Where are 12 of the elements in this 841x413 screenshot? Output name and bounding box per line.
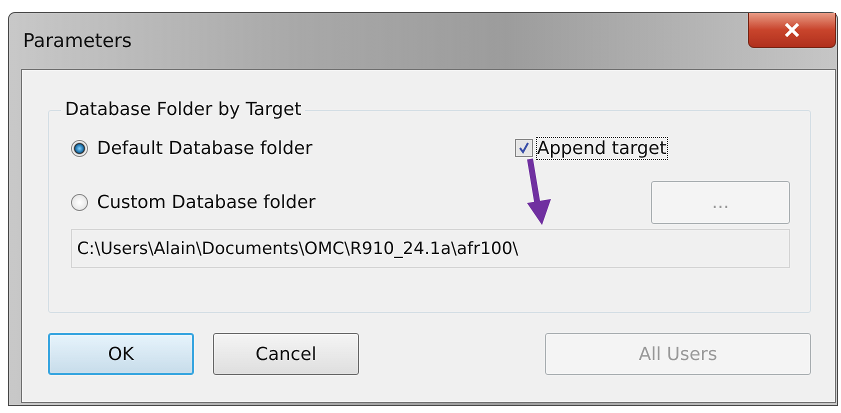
dialog-button[interactable]: Cancel bbox=[213, 333, 359, 375]
radio-label: Default Database folder bbox=[97, 138, 312, 158]
dialog-button[interactable]: OK bbox=[48, 333, 194, 375]
radio-label: Custom Database folder bbox=[97, 192, 316, 212]
close-button[interactable] bbox=[748, 13, 836, 48]
checkbox-label: Append target bbox=[536, 136, 668, 160]
group-title: Database Folder by Target bbox=[61, 99, 306, 120]
close-icon bbox=[783, 23, 801, 37]
radio-button[interactable] bbox=[71, 194, 88, 210]
window-title: Parameters bbox=[23, 30, 132, 52]
radio-button[interactable] bbox=[71, 140, 88, 156]
checkbox[interactable] bbox=[515, 139, 533, 157]
